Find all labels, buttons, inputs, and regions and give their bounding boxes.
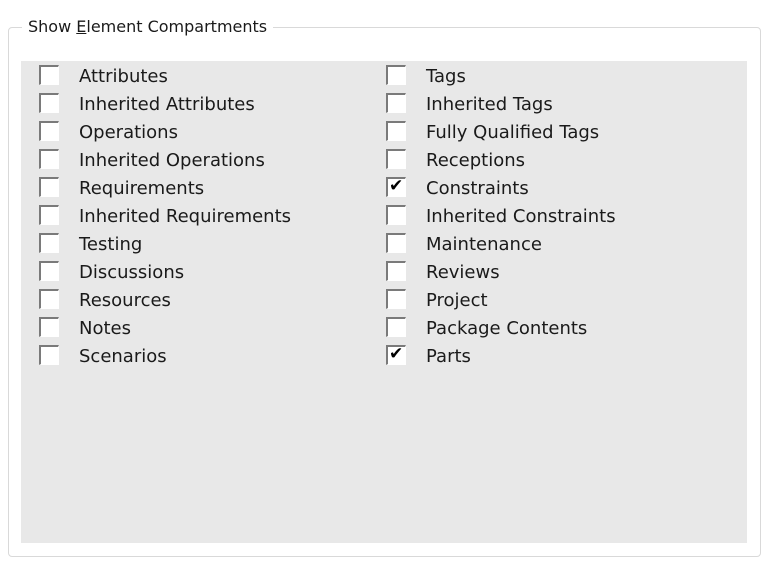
checkbox[interactable]: ✔: [386, 121, 406, 141]
check-mark-icon: ✔: [389, 176, 404, 196]
checkbox-label: Fully Qualified Tags: [426, 122, 600, 143]
checkbox-label: Notes: [79, 318, 131, 339]
checkbox-label: Inherited Constraints: [426, 206, 616, 227]
checkbox[interactable]: ✔: [386, 93, 406, 113]
checkbox[interactable]: ✔: [39, 205, 59, 225]
checkbox[interactable]: ✔: [39, 233, 59, 253]
checkbox-label: Reviews: [426, 262, 500, 283]
checkbox[interactable]: ✔: [39, 65, 59, 85]
checkbox-label: Tags: [426, 66, 466, 87]
compartment-list: ✔ Attributes ✔ Inherited Attributes ✔ Opera…: [21, 61, 747, 543]
checkbox[interactable]: ✔: [39, 121, 59, 141]
checkbox[interactable]: ✔: [386, 289, 406, 309]
checkbox-label: Inherited Attributes: [79, 94, 255, 115]
checkbox-label: Constraints: [426, 178, 529, 199]
group-title-prefix: Show: [28, 17, 77, 36]
checkbox[interactable]: ✔: [386, 149, 406, 169]
checkbox[interactable]: ✔: [386, 65, 406, 85]
check-mark-icon: ✔: [389, 344, 404, 364]
checkbox-label: Discussions: [79, 262, 185, 283]
checkbox-label: Scenarios: [79, 346, 167, 367]
checkbox[interactable]: ✔: [39, 93, 59, 113]
checkbox-label: Operations: [79, 122, 178, 143]
checkbox-label: Receptions: [426, 150, 526, 171]
checkbox[interactable]: ✔: [386, 317, 406, 337]
checkbox[interactable]: ✔: [39, 177, 59, 197]
checkbox-label: Inherited Tags: [426, 94, 553, 115]
checkbox-label: Package Contents: [426, 318, 588, 339]
checkbox[interactable]: ✔: [386, 344, 406, 365]
checkbox-label: Inherited Operations: [79, 150, 265, 171]
checkbox[interactable]: ✔: [39, 261, 59, 281]
group-title-rest: lement Compartments: [86, 17, 268, 36]
checkbox-label: Attributes: [79, 66, 168, 87]
group-title: Show Element Compartments: [22, 17, 274, 37]
checkbox[interactable]: ✔: [39, 317, 59, 337]
group-title-mnemonic: E: [76, 17, 87, 36]
checkbox-label: Project: [426, 290, 488, 311]
checkbox-label: Testing: [79, 234, 143, 255]
checkbox[interactable]: ✔: [386, 176, 406, 197]
checkbox[interactable]: ✔: [386, 205, 406, 225]
checkbox-label: Requirements: [79, 178, 205, 199]
checkbox[interactable]: ✔: [39, 289, 59, 309]
checkbox-label: Inherited Requirements: [79, 206, 292, 227]
checkbox-label: Maintenance: [426, 234, 542, 255]
checkbox-label: Resources: [79, 290, 171, 311]
checkbox[interactable]: ✔: [39, 345, 59, 365]
checkbox[interactable]: ✔: [386, 261, 406, 281]
checkbox[interactable]: ✔: [386, 233, 406, 253]
checkbox[interactable]: ✔: [39, 149, 59, 169]
checkbox-label: Parts: [426, 346, 471, 367]
